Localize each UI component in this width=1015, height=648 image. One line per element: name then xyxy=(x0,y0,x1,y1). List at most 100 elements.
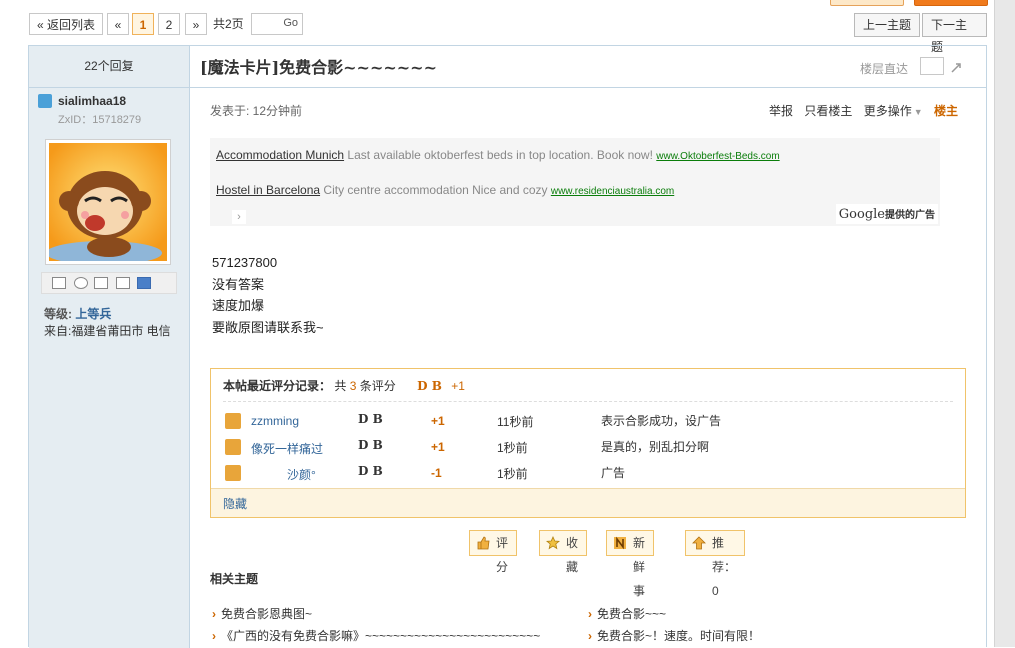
post-meta: 发表于: 12分钟前 xyxy=(210,104,303,118)
rating-time: 1秒前 xyxy=(497,467,528,481)
level-value[interactable]: 上等兵 xyxy=(75,307,111,321)
related-item[interactable]: 免费合影~！速度。时间有限！ xyxy=(588,627,760,644)
author-level: 等级: 上等兵 xyxy=(44,305,111,322)
post-frame: 22个回复 sialimhaa18 ZxID：15718279 等级: 上等兵 … xyxy=(28,45,987,648)
view-profile-icon[interactable] xyxy=(94,277,108,289)
top-button-right[interactable] xyxy=(914,0,988,6)
ad-title[interactable]: Hostel in Barcelona xyxy=(216,183,320,197)
add-friend-icon[interactable] xyxy=(74,277,88,289)
back-to-list-button[interactable]: « 返回列表 xyxy=(29,13,103,35)
star-icon xyxy=(546,536,560,550)
rating-row: zzmming D B +1 11秒前 表示合影成功，设广告 xyxy=(225,412,945,432)
recommend-button-label: 推荐：0 xyxy=(712,536,737,598)
user-icon xyxy=(38,94,52,108)
favorite-button-label: 收藏 xyxy=(566,536,579,574)
ad-desc: Last available oktoberfest beds in top l… xyxy=(347,148,653,162)
page-1-button[interactable]: 1 xyxy=(132,13,154,35)
reply-count: 22个回复 xyxy=(29,46,189,88)
floor-jump-input[interactable] xyxy=(920,57,944,75)
rating-row: 沙颜° D B -1 1秒前 广告 xyxy=(225,464,945,484)
author-from: 来自:福建省莆田市 电信 xyxy=(44,324,171,338)
prev-page-button[interactable]: « xyxy=(107,13,129,35)
rater-avatar[interactable] xyxy=(225,413,241,429)
ad-url[interactable]: www.Oktoberfest-Beds.com xyxy=(656,151,779,162)
prev-topic-button[interactable]: 上一主题 xyxy=(854,13,921,37)
recommend-button[interactable]: 推荐：0 xyxy=(685,530,745,598)
author-sidebar: 22个回复 sialimhaa18 ZxID：15718279 等级: 上等兵 … xyxy=(29,46,190,648)
share-fresh-button[interactable]: 新鲜事 xyxy=(606,530,655,598)
ad-item[interactable]: Hostel in Barcelona City centre accommod… xyxy=(216,183,674,197)
arrow-up-icon xyxy=(692,536,706,550)
rating-reason: 广告 xyxy=(601,466,626,480)
jump-arrow-icon[interactable] xyxy=(950,60,964,74)
related-item[interactable]: 免费合影恩典图~ xyxy=(212,605,312,622)
rate-button-label: 评分 xyxy=(496,536,509,574)
favorite-button[interactable]: 收藏 xyxy=(539,530,588,574)
post-line: 要敞原图请联系我~ xyxy=(212,319,324,335)
google-ads-label[interactable]: Google提供的广告 xyxy=(835,204,938,224)
rating-score: -1 xyxy=(431,466,442,480)
card-icon[interactable] xyxy=(116,277,130,289)
message-icon[interactable] xyxy=(52,277,66,289)
rating-header: 本帖最近评分记录： 共 3 条评分 D B +1 xyxy=(223,377,465,394)
top-button-left[interactable] xyxy=(830,0,904,6)
more-actions-link[interactable]: 更多操作 ▼ xyxy=(864,104,923,118)
page-jump-input[interactable]: Go xyxy=(251,13,303,35)
next-page-button[interactable]: » xyxy=(185,13,207,35)
next-topic-button[interactable]: 下一主题 xyxy=(922,13,987,54)
thumbs-up-icon xyxy=(477,536,490,550)
level-label: 等级: xyxy=(44,307,72,321)
rating-score: +1 xyxy=(431,440,445,454)
post-actions: 举报 只看楼主 更多操作 ▼ 楼主 xyxy=(761,102,958,119)
rating-time: 1秒前 xyxy=(497,441,528,455)
ad-title[interactable]: Accommodation Munich xyxy=(216,148,344,162)
rating-db: D B xyxy=(358,412,383,426)
scrollbar[interactable] xyxy=(994,0,1015,647)
rating-reason: 是真的，别乱扣分啊 xyxy=(601,440,710,454)
floor-jump-label: 楼层直达 xyxy=(859,62,908,76)
rating-total: +1 xyxy=(451,379,465,393)
rating-db: D B xyxy=(358,464,383,478)
report-link[interactable]: 举报 xyxy=(769,104,793,118)
ad-next-arrow-icon[interactable]: › xyxy=(232,210,246,224)
rating-summary-prefix: 共 xyxy=(334,379,347,393)
post-line: 没有答案 xyxy=(212,276,265,292)
more-actions-label: 更多操作 xyxy=(863,104,912,118)
ad-url[interactable]: www.residenciaustralia.com xyxy=(551,186,674,197)
hide-ratings-link[interactable]: 隐藏 xyxy=(223,495,247,512)
google-ad-block: Accommodation Munich Last available okto… xyxy=(210,138,940,226)
rater-avatar[interactable] xyxy=(225,465,241,481)
thread-title: [魔法卡片]免费合影~~~~~~~ xyxy=(200,58,437,77)
ad-desc: City centre accommodation Nice and cozy xyxy=(323,183,548,197)
google-logo-text: Google xyxy=(838,207,885,222)
caret-down-icon: ▼ xyxy=(913,107,923,117)
post-line: 571237800 xyxy=(212,255,278,270)
rating-db: D B xyxy=(358,438,383,452)
post-line: 速度加爆 xyxy=(212,298,265,313)
rater-name[interactable]: zzmming xyxy=(251,414,299,428)
only-author-link[interactable]: 只看楼主 xyxy=(804,104,852,118)
rate-button[interactable]: 评分 xyxy=(469,530,518,574)
rating-score: +1 xyxy=(431,414,445,428)
blocks-icon[interactable] xyxy=(137,277,151,289)
ad-item[interactable]: Accommodation Munich Last available okto… xyxy=(216,148,780,162)
related-item[interactable]: 《广西的没有免费合影嘛》~~~~~~~~~~~~~~~~~~~~~~~~~ xyxy=(212,627,540,644)
google-ads-suffix: 提供的广告 xyxy=(885,210,935,221)
rater-name[interactable]: 像死一样痛过 xyxy=(251,440,323,457)
related-item[interactable]: 免费合影~~~ xyxy=(588,605,666,622)
rater-name[interactable]: 沙颜° xyxy=(287,466,316,483)
go-button[interactable]: Go xyxy=(283,17,298,29)
post-main: [魔法卡片]免费合影~~~~~~~ 楼层直达 发表于: 12分钟前 举报 只看楼… xyxy=(190,46,986,648)
title-bar: [魔法卡片]免费合影~~~~~~~ 楼层直达 xyxy=(190,46,986,88)
fresh-n-icon xyxy=(614,536,626,550)
rater-avatar[interactable] xyxy=(225,439,241,455)
page-2-button[interactable]: 2 xyxy=(158,13,180,35)
page-total: 共2页 xyxy=(213,17,244,31)
related-title: 相关主题 xyxy=(210,572,259,586)
rating-title: 本帖最近评分记录： xyxy=(223,379,332,393)
rating-row: 像死一样痛过 D B +1 1秒前 是真的，别乱扣分啊 xyxy=(225,438,945,458)
author-name[interactable]: sialimhaa18 xyxy=(58,94,126,108)
avatar[interactable] xyxy=(45,139,171,265)
rating-summary-suffix: 条评分 xyxy=(359,379,396,393)
pager-bar: « 返回列表 « 1 2 » 共2页 Go 上一主题 下一主题 xyxy=(29,13,987,54)
